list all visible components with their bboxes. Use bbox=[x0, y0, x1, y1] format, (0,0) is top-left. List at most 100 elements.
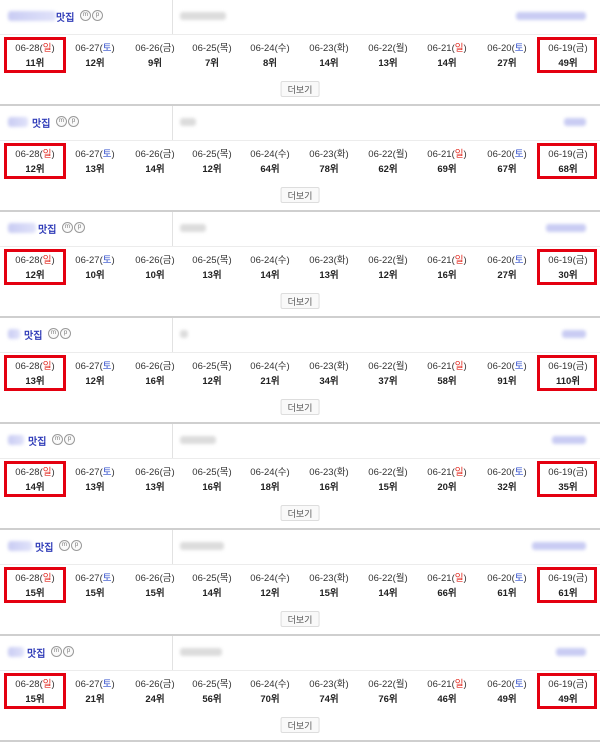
date-value: 06-22 bbox=[368, 573, 393, 584]
weekday-label: 토 bbox=[102, 255, 112, 266]
rank-value: 66 bbox=[437, 588, 448, 599]
rank-label: 15위 bbox=[6, 587, 64, 600]
more-button[interactable]: 더보기 bbox=[280, 611, 320, 627]
rank-suffix: 위 bbox=[35, 588, 45, 599]
blurred-category bbox=[532, 542, 586, 550]
date-label: 06-26(금) bbox=[135, 573, 175, 584]
rank-label: 21위 bbox=[66, 693, 124, 706]
rank-suffix: 위 bbox=[447, 376, 457, 387]
card-title[interactable]: 맛집 bbox=[38, 221, 56, 236]
rank-cell: 06-19(금) 35위 bbox=[539, 461, 597, 499]
weekday-label: 화 bbox=[336, 573, 346, 584]
date-label: 06-25(목) bbox=[192, 255, 232, 266]
rank-cell: 06-24(수) 21위 bbox=[241, 355, 299, 393]
platform-badge-icon: m bbox=[48, 328, 59, 339]
rank-value: 21 bbox=[260, 376, 271, 387]
header-divider bbox=[172, 212, 173, 246]
date-value: 06-27 bbox=[75, 679, 100, 690]
date-label: 06-22(월) bbox=[368, 255, 408, 266]
header-divider bbox=[172, 106, 173, 140]
rank-suffix: 위 bbox=[95, 588, 105, 599]
card-title[interactable]: 맛집 bbox=[35, 539, 53, 554]
more-button[interactable]: 더보기 bbox=[280, 717, 320, 733]
rank-cell: 06-23(화) 78위 bbox=[300, 143, 358, 181]
rank-grid: 06-28(일) 15위 06-27(토) 15위 06-26(금) 15위 06-25(목… bbox=[0, 567, 600, 605]
rank-label: 14위 bbox=[6, 481, 64, 494]
date-value: 06-20 bbox=[487, 255, 512, 266]
rank-grid: 06-28(일) 12위 06-27(토) 13위 06-26(금) 14위 06-25(목… bbox=[0, 143, 600, 181]
more-button[interactable]: 더보기 bbox=[280, 81, 320, 97]
badge-group: mp bbox=[56, 116, 79, 127]
header-rule bbox=[0, 352, 600, 353]
date-label: 06-28(일) bbox=[15, 361, 55, 372]
rank-value: 32 bbox=[497, 482, 508, 493]
card-title[interactable]: 맛집 bbox=[56, 9, 74, 24]
date-label: 06-26(금) bbox=[135, 679, 175, 690]
rank-cell: 06-20(토) 67위 bbox=[478, 143, 536, 181]
card-title[interactable]: 맛집 bbox=[28, 433, 46, 448]
card-header: 맛집 m p bbox=[0, 0, 600, 34]
date-value: 06-22 bbox=[368, 679, 393, 690]
rank-grid: 06-28(일) 11위 06-27(토) 12위 06-26(금) 9위 06-25(목)… bbox=[0, 37, 600, 75]
rank-suffix: 위 bbox=[447, 588, 457, 599]
date-label: 06-28(일) bbox=[15, 255, 55, 266]
date-label: 06-25(목) bbox=[192, 573, 232, 584]
more-button[interactable]: 더보기 bbox=[280, 505, 320, 521]
rank-value: 24 bbox=[145, 694, 156, 705]
card-title[interactable]: 맛집 bbox=[24, 327, 42, 342]
date-label: 06-28(일) bbox=[15, 679, 55, 690]
date-value: 06-26 bbox=[135, 149, 160, 160]
rank-cell: 06-22(월) 12위 bbox=[359, 249, 417, 287]
rank-value: 13 bbox=[378, 58, 389, 69]
rank-value: 13 bbox=[202, 270, 213, 281]
more-button[interactable]: 더보기 bbox=[280, 399, 320, 415]
date-label: 06-20(토) bbox=[487, 255, 527, 266]
rank-cell: 06-22(월) 15위 bbox=[359, 461, 417, 499]
date-value: 06-26 bbox=[135, 573, 160, 584]
rank-suffix: 위 bbox=[568, 164, 578, 175]
rank-suffix: 위 bbox=[35, 694, 45, 705]
date-value: 06-22 bbox=[368, 467, 393, 478]
date-label: 06-28(일) bbox=[15, 43, 55, 54]
weekday-label: 수 bbox=[277, 679, 287, 690]
blurred-category bbox=[564, 118, 586, 126]
rank-label: 13위 bbox=[66, 481, 124, 494]
weekday-label: 월 bbox=[395, 43, 405, 54]
date-value: 06-28 bbox=[15, 467, 40, 478]
rank-suffix: 위 bbox=[35, 164, 45, 175]
rank-value: 62 bbox=[378, 164, 389, 175]
rank-label: 18위 bbox=[241, 481, 299, 494]
date-value: 06-25 bbox=[192, 255, 217, 266]
rank-value: 69 bbox=[437, 164, 448, 175]
rank-label: 70위 bbox=[241, 693, 299, 706]
rank-label: 12위 bbox=[183, 163, 241, 176]
rank-cell: 06-26(금) 16위 bbox=[126, 355, 184, 393]
rank-cell: 06-26(금) 10위 bbox=[126, 249, 184, 287]
rank-cell: 06-23(화) 16위 bbox=[300, 461, 358, 499]
rank-cell: 06-27(토) 13위 bbox=[66, 461, 124, 499]
rank-label: 10위 bbox=[126, 269, 184, 282]
more-button[interactable]: 더보기 bbox=[280, 293, 320, 309]
more-button[interactable]: 더보기 bbox=[280, 187, 320, 203]
header-rule bbox=[0, 458, 600, 459]
date-value: 06-23 bbox=[309, 43, 334, 54]
weekday-label: 목 bbox=[219, 43, 229, 54]
platform-badge-icon: p bbox=[71, 540, 82, 551]
rank-suffix: 위 bbox=[95, 270, 105, 281]
date-value: 06-21 bbox=[427, 467, 452, 478]
card-title[interactable]: 맛집 bbox=[27, 645, 45, 660]
rank-value: 14 bbox=[437, 58, 448, 69]
badge-group: mp bbox=[52, 434, 75, 445]
weekday-label: 금 bbox=[162, 255, 172, 266]
rank-suffix: 위 bbox=[35, 270, 45, 281]
rank-label: 16위 bbox=[183, 481, 241, 494]
rank-suffix: 위 bbox=[447, 482, 457, 493]
rank-cell: 06-24(수) 18위 bbox=[241, 461, 299, 499]
card-title[interactable]: 맛집 bbox=[32, 115, 50, 130]
card-header: 맛집 m p bbox=[0, 530, 600, 564]
rank-value: 12 bbox=[378, 270, 389, 281]
weekday-label: 금 bbox=[162, 467, 172, 478]
date-value: 06-26 bbox=[135, 361, 160, 372]
rank-label: 8위 bbox=[241, 57, 299, 70]
date-value: 06-25 bbox=[192, 573, 217, 584]
